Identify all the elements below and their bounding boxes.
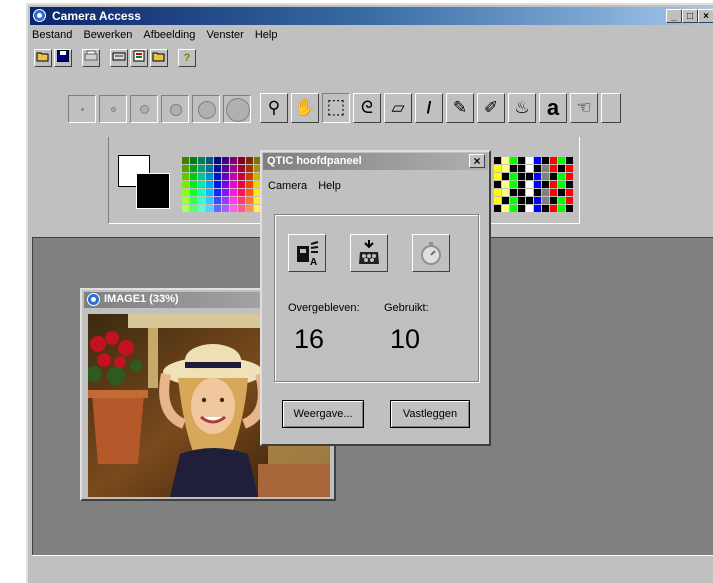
brush-size-5[interactable]	[192, 95, 220, 123]
open-folder-icon[interactable]	[34, 49, 52, 67]
remaining-value: 16	[294, 324, 325, 354]
lasso-icon[interactable]: ᘓ	[353, 93, 381, 123]
dialog-menu-help[interactable]: Help	[318, 178, 341, 194]
scan-folder-icon[interactable]	[130, 49, 148, 67]
scanner-icon[interactable]	[110, 49, 128, 67]
foreground-color-swatch[interactable]	[136, 173, 170, 209]
dialog-title: QTIC hoofdpaneel	[267, 155, 362, 167]
rect-select-icon[interactable]: ⬚	[322, 93, 350, 123]
help-icon[interactable]: ?	[178, 49, 196, 67]
timer-icon[interactable]	[412, 234, 450, 272]
brush-size-2[interactable]	[99, 95, 127, 123]
smudge-icon[interactable]: ☜	[570, 93, 598, 123]
open-folder-icon[interactable]	[150, 49, 168, 67]
camera-settings-icon[interactable]: A	[288, 234, 326, 272]
tools-toolbar: ⚲ ✋ ⬚ ᘓ ▱ / ✎ ✐ ♨ a ☜	[68, 75, 713, 133]
dialog-menubar: Camera Help	[268, 178, 349, 194]
eyedropper-icon[interactable]: ✐	[477, 93, 505, 123]
fill-icon[interactable]: ♨	[508, 93, 536, 123]
maximize-icon[interactable]: □	[682, 9, 698, 23]
status-bar	[32, 555, 713, 575]
menubar: Bestand Bewerken Afbeelding Venster Help	[32, 27, 285, 45]
text-icon[interactable]: a	[539, 93, 567, 123]
minimize-icon[interactable]: _	[666, 9, 682, 23]
remaining-label: Overgebleven:	[288, 302, 360, 314]
image-title: IMAGE1 (33%)	[104, 293, 179, 305]
dialog-titlebar[interactable]: QTIC hoofdpaneel ×	[263, 153, 488, 170]
brush-icon[interactable]: /	[415, 93, 443, 123]
camera-app-icon	[33, 9, 46, 22]
capture-icon[interactable]	[350, 234, 388, 272]
svg-text:A: A	[310, 257, 317, 268]
brush-size-4[interactable]	[161, 95, 189, 123]
menu-afbeelding[interactable]: Afbeelding	[143, 27, 195, 43]
menu-bewerken[interactable]: Bewerken	[83, 27, 132, 43]
print-icon[interactable]	[82, 49, 100, 67]
hand-icon[interactable]: ✋	[291, 93, 319, 123]
color-palette-extra[interactable]	[494, 157, 578, 213]
more-tools-icon[interactable]	[601, 93, 621, 123]
brush-size-3[interactable]	[130, 95, 158, 123]
menu-venster[interactable]: Venster	[206, 27, 243, 43]
desktop-edge	[0, 0, 26, 577]
view-button[interactable]: Weergave...	[282, 400, 364, 428]
window-title: Camera Access	[52, 9, 141, 23]
close-icon[interactable]: ×	[698, 9, 713, 23]
menu-bestand[interactable]: Bestand	[32, 27, 72, 43]
used-value: 10	[390, 324, 421, 354]
dialog-menu-camera[interactable]: Camera	[268, 178, 307, 194]
capture-button[interactable]: Vastleggen	[390, 400, 470, 428]
camera-app-icon	[87, 293, 100, 306]
brush-size-6[interactable]	[223, 95, 251, 123]
color-palette[interactable]	[182, 157, 262, 213]
dialog-close-icon[interactable]: ×	[469, 154, 485, 168]
qtic-dialog: QTIC hoofdpaneel × Camera Help A Overgeb…	[260, 150, 491, 446]
eraser-icon[interactable]: ▱	[384, 93, 412, 123]
main-titlebar[interactable]: Camera Access _ □ ×	[30, 7, 713, 25]
used-label: Gebruikt:	[384, 302, 429, 314]
brush-size-1[interactable]	[68, 95, 96, 123]
save-disk-icon[interactable]	[54, 49, 72, 67]
menu-help[interactable]: Help	[255, 27, 278, 43]
pencil-icon[interactable]: ✎	[446, 93, 474, 123]
zoom-icon[interactable]: ⚲	[260, 93, 288, 123]
